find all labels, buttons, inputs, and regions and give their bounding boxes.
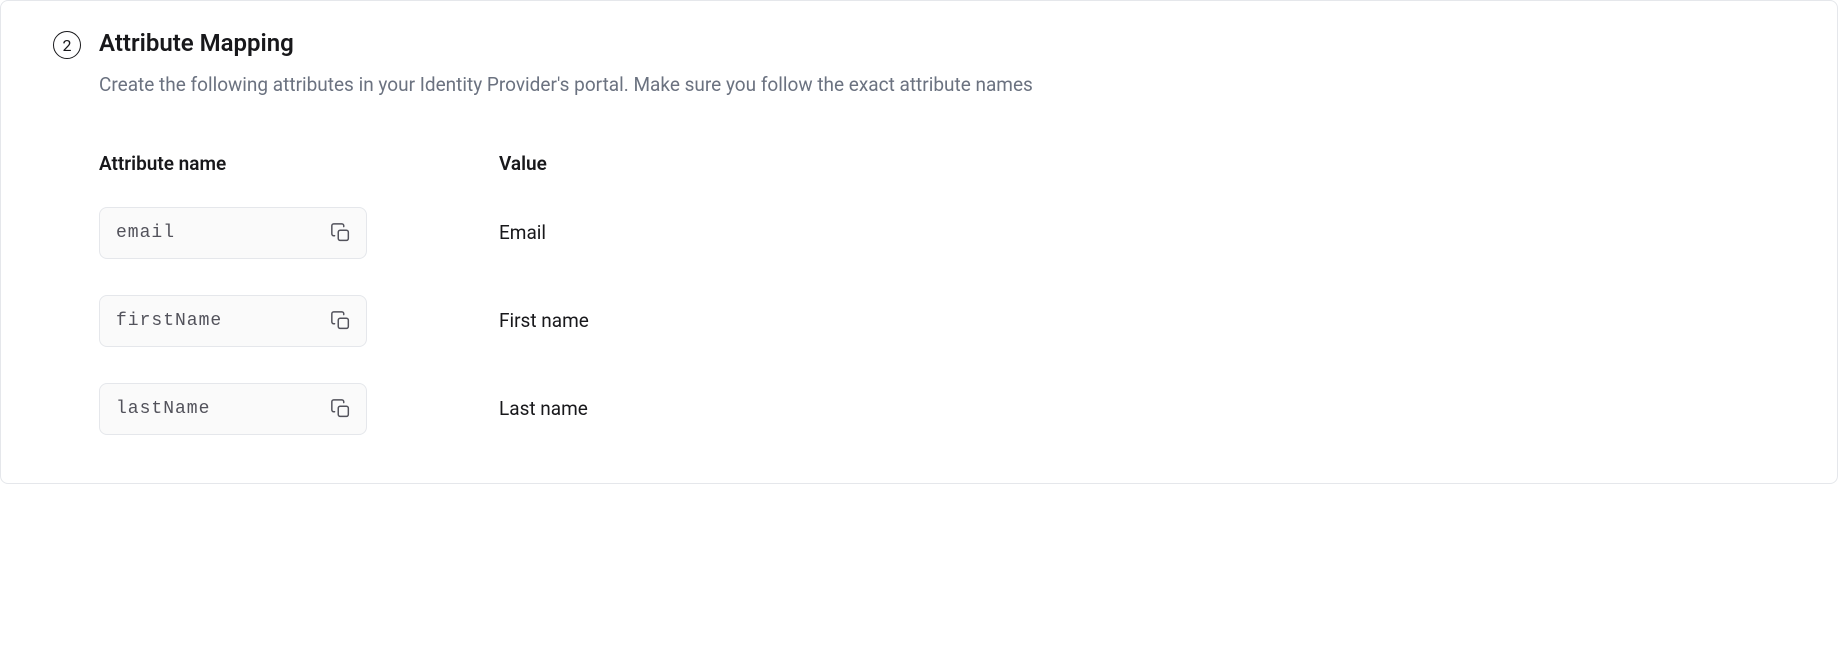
attribute-code-firstname: firstName: [116, 311, 222, 331]
copy-icon: [330, 222, 352, 244]
attribute-name-cell: lastName: [99, 383, 499, 435]
attribute-name-cell: firstName: [99, 295, 499, 347]
attribute-value-firstname: First name: [499, 309, 589, 332]
attribute-name-box: email: [99, 207, 367, 259]
copy-button-lastname[interactable]: [330, 398, 352, 420]
step-header: 2 Attribute Mapping Create the following…: [53, 29, 1785, 100]
attribute-name-box: lastName: [99, 383, 367, 435]
copy-button-firstname[interactable]: [330, 310, 352, 332]
step-number: 2: [63, 36, 72, 55]
table-row: lastName Last name: [99, 383, 1785, 435]
attribute-name-box: firstName: [99, 295, 367, 347]
attribute-mapping-card: 2 Attribute Mapping Create the following…: [0, 0, 1838, 484]
table-header-row: Attribute name Value: [99, 152, 1785, 175]
attribute-value-email: Email: [499, 221, 546, 244]
step-number-badge: 2: [53, 31, 81, 59]
attribute-name-cell: email: [99, 207, 499, 259]
column-header-attribute-name: Attribute name: [99, 152, 499, 175]
section-description: Create the following attributes in your …: [99, 71, 1785, 100]
copy-icon: [330, 398, 352, 420]
content-area: Attribute name Value email: [99, 152, 1785, 435]
column-header-value: Value: [499, 152, 547, 175]
attribute-value-lastname: Last name: [499, 397, 588, 420]
copy-icon: [330, 310, 352, 332]
attribute-table: Attribute name Value email: [99, 152, 1785, 435]
header-content: Attribute Mapping Create the following a…: [99, 29, 1785, 100]
attribute-code-email: email: [116, 223, 175, 243]
section-title: Attribute Mapping: [99, 29, 1785, 57]
attribute-code-lastname: lastName: [116, 399, 210, 419]
copy-button-email[interactable]: [330, 222, 352, 244]
table-row: firstName First name: [99, 295, 1785, 347]
table-row: email Email: [99, 207, 1785, 259]
